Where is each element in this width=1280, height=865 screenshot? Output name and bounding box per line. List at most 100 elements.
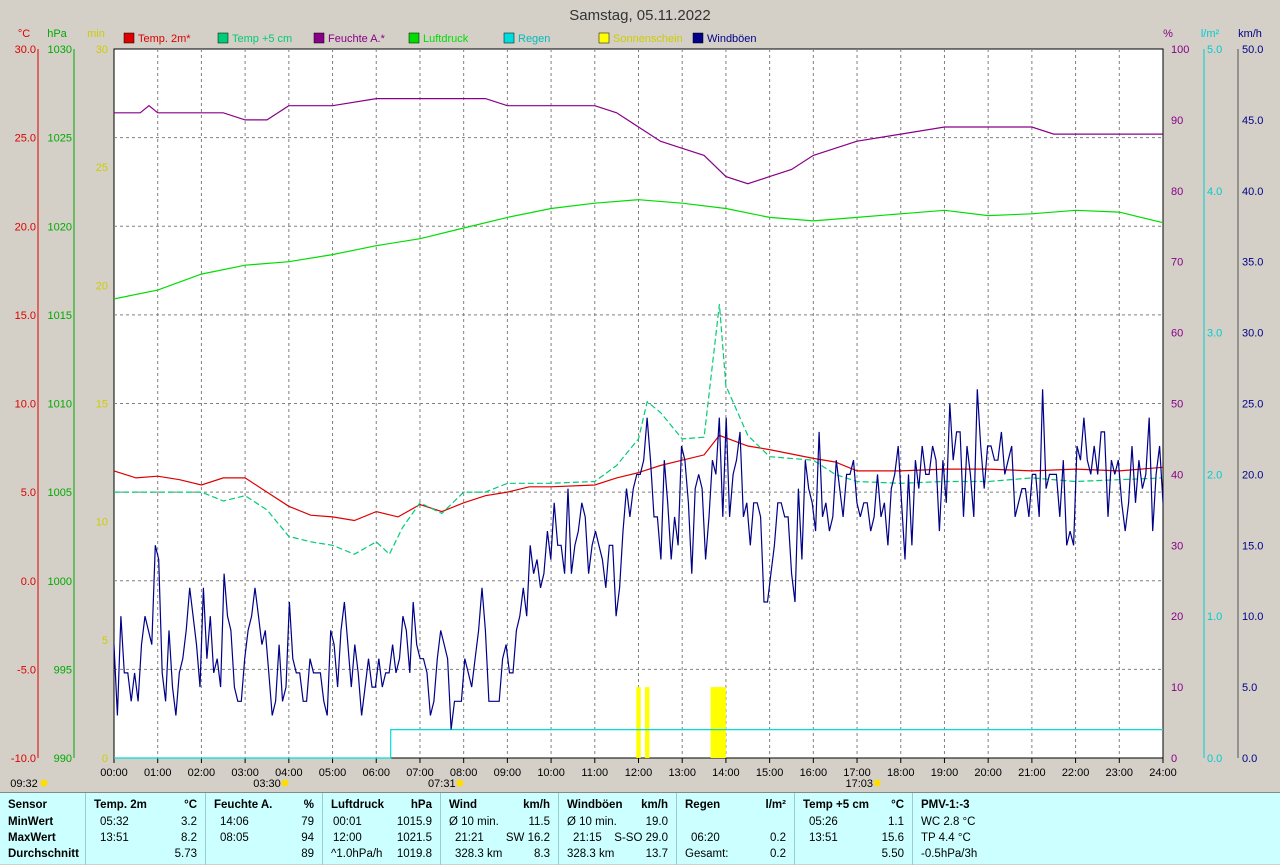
pmv-pressure-trend: -0.5hPa/3h: [921, 848, 978, 860]
humidity-tick: 70: [1171, 257, 1183, 269]
pressure-tick: 1005: [48, 487, 72, 499]
x-tick-label: 10:00: [537, 767, 565, 779]
gusts-run: 328.3 km: [567, 848, 615, 860]
pressure-tick: 1030: [48, 44, 72, 56]
rain-tick: 3.0: [1207, 328, 1222, 340]
x-tick-label: 20:00: [974, 767, 1002, 779]
stats-col-temp2m: Temp. 2m °C 05:32 3.2 13:51 8.2 5.73: [86, 793, 206, 865]
row-label-avg: Durchschnitt: [8, 848, 79, 860]
wind-tick: 10.0: [1242, 611, 1263, 623]
gusts-unit: km/h: [641, 799, 668, 811]
temp5cm-min: 1.1: [888, 816, 904, 828]
legend-label: Regen: [518, 33, 550, 45]
x-tick-label: 14:00: [712, 767, 740, 779]
rain-time: 06:20: [691, 832, 720, 844]
x-tick-label: 00:00: [100, 767, 128, 779]
rain-tick: 5.0: [1207, 44, 1222, 56]
x-tick-label: 15:00: [756, 767, 784, 779]
pressure-tick: 995: [54, 664, 72, 676]
pressure-max-time: 12:00: [333, 832, 362, 844]
sun-tick: 5: [102, 635, 108, 647]
pressure-tick: 1010: [48, 399, 72, 411]
legend-swatch: [408, 32, 420, 44]
legend-swatch: [692, 32, 704, 44]
legend-label: Luftdruck: [423, 33, 469, 45]
wind-tick: 35.0: [1242, 257, 1263, 269]
wind-tick: 5.0: [1242, 682, 1257, 694]
rain-tick: 2.0: [1207, 469, 1222, 481]
chart-title: Samstag, 05.11.2022: [569, 7, 711, 24]
x-tick-label: 19:00: [931, 767, 959, 779]
pressure-tick: 990: [54, 753, 72, 765]
humidity-min-time: 14:06: [220, 816, 249, 828]
stats-col-labels: Sensor MinWert MaxWert Durchschnitt: [0, 793, 86, 865]
pressure-min-time: 00:01: [333, 816, 362, 828]
sun-tick: 0: [102, 753, 108, 765]
stats-col-pmv: PMV-1:-3 WC 2.8 °C TP 4.4 °C -0.5hPa/3h: [913, 793, 1280, 865]
axis-unit-humidity: %: [1163, 28, 1173, 40]
humidity-title: Feuchte A.: [214, 799, 273, 811]
wind-tick: 40.0: [1242, 186, 1263, 198]
humidity-max: 94: [301, 832, 314, 844]
gusts-avg-value: 19.0: [645, 816, 668, 828]
temp-tick: -5.0: [17, 664, 36, 676]
wind-unit: km/h: [523, 799, 550, 811]
legend-label: Temp. 2m*: [138, 33, 191, 45]
x-tick-label: 01:00: [144, 767, 172, 779]
sun-tick: 15: [96, 399, 108, 411]
wind-tick: 50.0: [1242, 44, 1263, 56]
x-tick-label: 11:00: [581, 767, 608, 779]
humidity-min: 79: [301, 816, 314, 828]
legend-swatch: [313, 32, 325, 44]
pressure-tick: 1015: [48, 310, 72, 322]
axis-unit-wind: km/h: [1238, 28, 1262, 40]
pressure-trend: ^1.0hPa/h: [331, 848, 383, 860]
humidity-tick: 40: [1171, 469, 1183, 481]
temp2m-max: 8.2: [181, 832, 197, 844]
temp2m-max-time: 13:51: [100, 832, 129, 844]
pressure-unit: hPa: [410, 799, 432, 811]
wind-tick: 0.0: [1242, 753, 1257, 765]
sun-tick: 30: [96, 44, 108, 56]
humidity-tick: 60: [1171, 328, 1183, 340]
stats-col-temp5cm: Temp +5 cm °C 05:26 1.1 13:51 15.6 5.50: [795, 793, 913, 865]
x-tick-label: 09:00: [494, 767, 522, 779]
temp-tick: 15.0: [15, 310, 36, 322]
wind-max-time: 21:21: [455, 832, 484, 844]
stats-panel: Sensor MinWert MaxWert Durchschnitt Temp…: [0, 792, 1280, 865]
pmv-dewpoint: TP 4.4 °C: [921, 832, 971, 844]
temp5cm-min-time: 05:26: [809, 816, 838, 828]
pressure-avg: 1019.8: [396, 848, 432, 860]
temp5cm-avg: 5.50: [881, 848, 904, 860]
x-tick-label: 18:00: [887, 767, 915, 779]
temp-tick: 20.0: [15, 221, 36, 233]
temp2m-min-time: 05:32: [100, 816, 129, 828]
rain-total: 0.2: [770, 848, 786, 860]
rain-tick: 4.0: [1207, 186, 1222, 198]
pressure-tick: 1020: [48, 221, 72, 233]
axis-unit-pressure: hPa: [47, 28, 67, 40]
temp2m-unit: °C: [184, 799, 197, 811]
sun-marker-icon: [40, 779, 48, 787]
weather-chart: Samstag, 05.11.2022 Temp. 2m* Temp +5 cm Fe…: [10, 7, 1263, 790]
legend-swatch: [503, 32, 515, 44]
humidity-tick: 100: [1171, 44, 1189, 56]
wind-tick: 45.0: [1242, 115, 1263, 127]
x-tick-label: 13:00: [668, 767, 696, 779]
legend-label: Temp +5 cm: [232, 33, 292, 45]
gusts-max-time: 21:15: [573, 832, 602, 844]
x-tick-label: 02:00: [188, 767, 216, 779]
sun-marker-label: 17:03: [845, 778, 873, 790]
x-tick-label: 22:00: [1062, 767, 1090, 779]
sun-marker-label: 07:31: [428, 778, 456, 790]
legend-label: Feuchte A.*: [328, 33, 386, 45]
gusts-mean: 13.7: [645, 848, 668, 860]
wind-max-value: SW 16.2: [505, 832, 550, 844]
row-label-min: MinWert: [8, 816, 54, 828]
row-label-max: MaxWert: [8, 832, 56, 844]
stats-col-pressure: Luftdruck hPa 00:01 1015.9 12:00 1021.5 ^1.…: [323, 793, 441, 865]
temp5cm-max-time: 13:51: [809, 832, 838, 844]
temp5cm-title: Temp +5 cm: [803, 799, 869, 811]
gusts-avg-label: Ø 10 min.: [567, 816, 617, 828]
temp2m-min: 3.2: [181, 816, 197, 828]
